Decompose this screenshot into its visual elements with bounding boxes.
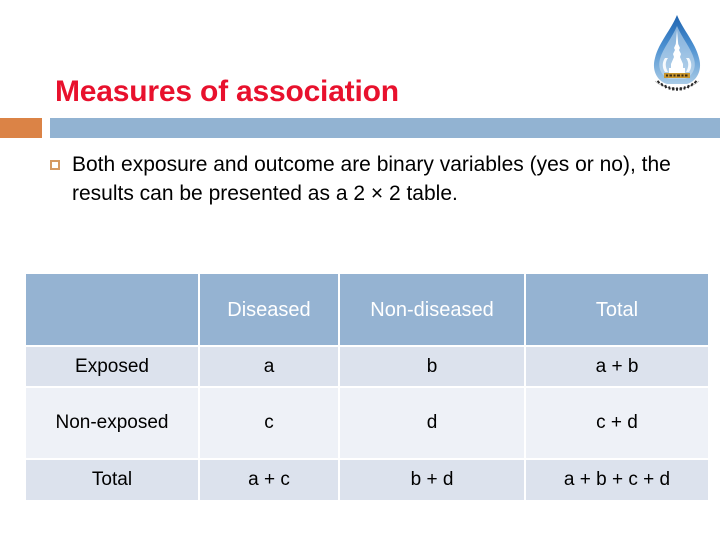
table-row: Total a + c b + d a + b + c + d <box>26 460 708 500</box>
table-row: Exposed a b a + b <box>26 347 708 386</box>
square-outline-bullet-icon <box>50 160 60 170</box>
accent-bar-orange <box>0 118 42 138</box>
row-label-exposed: Exposed <box>26 347 198 386</box>
table-header-nondiseased: Non-diseased <box>340 274 524 345</box>
bullet-item-text: Both exposure and outcome are binary var… <box>72 153 671 205</box>
row-label-total: Total <box>26 460 198 500</box>
accent-bar-blue <box>50 118 720 138</box>
two-by-two-table: Diseased Non-diseased Total Exposed a b … <box>24 272 710 502</box>
cell-exposed-diseased: a <box>200 347 338 386</box>
table-header-diseased: Diseased <box>200 274 338 345</box>
row-label-nonexposed: Non-exposed <box>26 388 198 458</box>
table-header-corner <box>26 274 198 345</box>
naresuan-university-logo <box>645 14 709 102</box>
slide-canvas: Measures of association Both exposure an… <box>0 0 720 540</box>
table-row: Non-exposed c d c + d <box>26 388 708 458</box>
cell-nonexposed-nondiseased: d <box>340 388 524 458</box>
cell-nonexposed-total: c + d <box>526 388 708 458</box>
cell-nonexposed-diseased: c <box>200 388 338 458</box>
cell-total-nondiseased: b + d <box>340 460 524 500</box>
page-title: Measures of association <box>55 75 399 108</box>
bullet-list-item: Both exposure and outcome are binary var… <box>50 150 700 208</box>
cell-exposed-nondiseased: b <box>340 347 524 386</box>
cell-grand-total: a + b + c + d <box>526 460 708 500</box>
cell-exposed-total: a + b <box>526 347 708 386</box>
table-header-row: Diseased Non-diseased Total <box>26 274 708 345</box>
cell-total-diseased: a + c <box>200 460 338 500</box>
table-header-total: Total <box>526 274 708 345</box>
